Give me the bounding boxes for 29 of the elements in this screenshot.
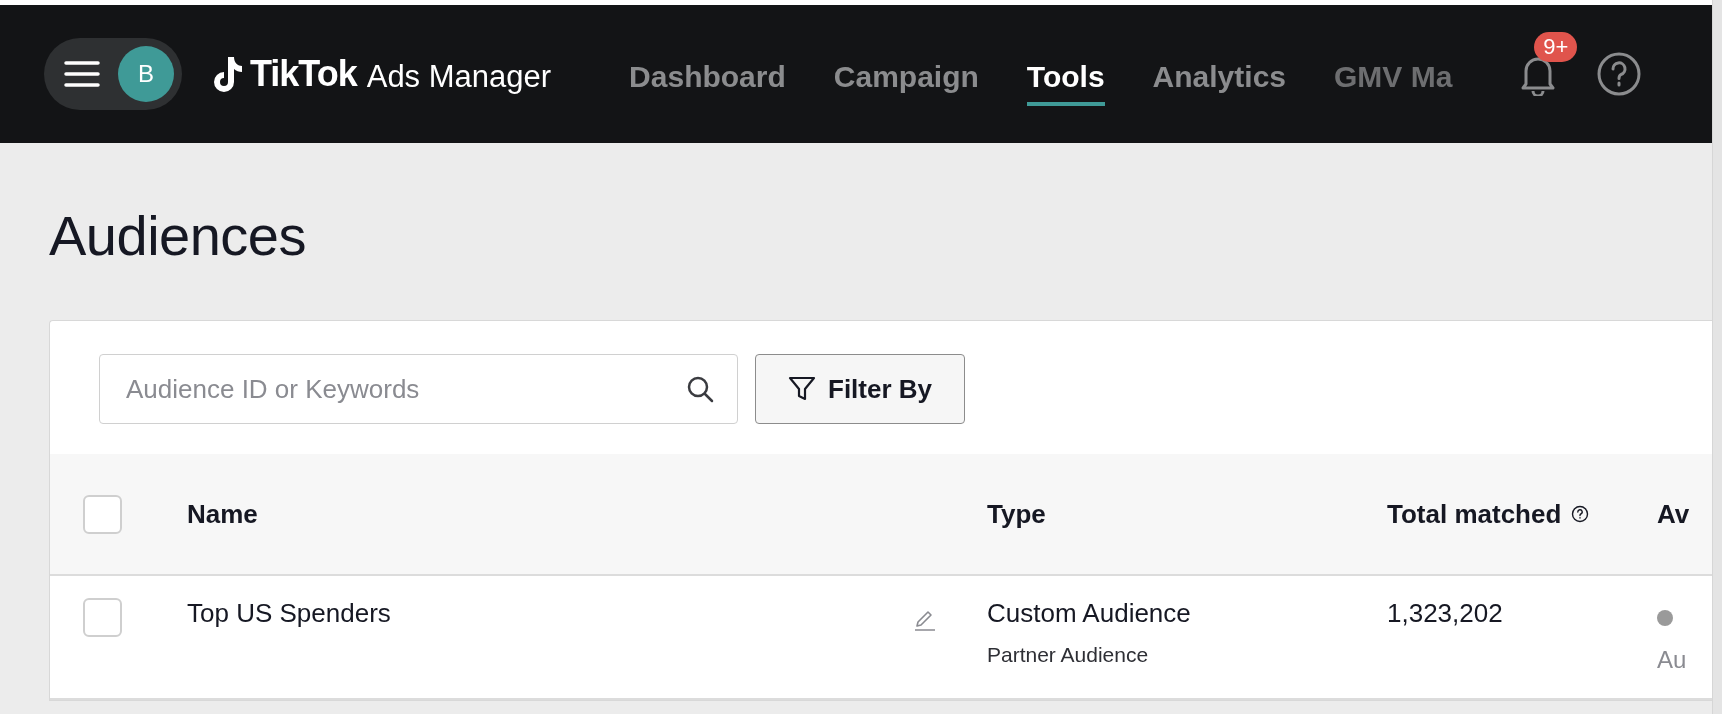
logo-text: TikTok <box>250 53 357 95</box>
checkbox[interactable] <box>83 598 122 637</box>
filter-icon <box>788 375 816 403</box>
menu-icon[interactable] <box>64 60 100 88</box>
table-cell: Top US Spenders <box>187 598 391 629</box>
search-field[interactable]: Audience ID or Keywords <box>99 354 738 424</box>
notification-badge: 9+ <box>1534 32 1578 62</box>
filter-button[interactable]: Filter By <box>755 354 966 424</box>
nav-tab[interactable]: Dashboard <box>629 52 786 106</box>
status-text: Au <box>1657 646 1687 674</box>
nav-tab[interactable]: GMV Ma <box>1334 52 1453 106</box>
edit-icon[interactable] <box>913 608 937 632</box>
column-header: Av <box>1657 498 1690 530</box>
column-header: Type <box>987 498 1046 530</box>
page-title: Audiences <box>49 203 307 268</box>
search-icon <box>686 375 714 403</box>
nav-tab[interactable]: Analytics <box>1152 52 1286 106</box>
column-header: Total matched <box>1387 498 1590 530</box>
checkbox[interactable] <box>83 494 122 534</box>
avatar[interactable]: B <box>118 46 174 102</box>
nav-tab[interactable]: Tools <box>1026 52 1105 106</box>
help-icon[interactable] <box>1596 51 1643 97</box>
table-cell: Partner Audience <box>987 643 1149 667</box>
help-icon <box>1571 505 1590 523</box>
product-name: Ads Manager <box>366 59 552 95</box>
table-cell: 1,323,202 <box>1387 598 1503 629</box>
nav-tab[interactable]: Campaign <box>833 52 979 106</box>
table-cell: Custom Audience <box>987 598 1191 629</box>
column-header: Name <box>187 498 258 530</box>
